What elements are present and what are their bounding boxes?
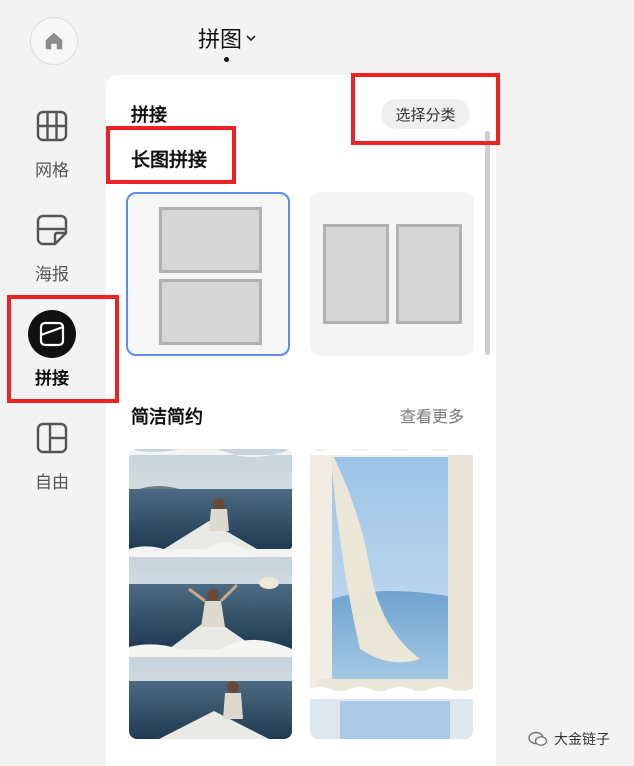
- home-icon: [45, 32, 63, 50]
- chevron-down-icon: [246, 35, 256, 42]
- template-vertical-two-rows[interactable]: [126, 192, 290, 356]
- grid-icon: [36, 110, 68, 142]
- sidebar-item-freeform[interactable]: 自由: [10, 414, 94, 506]
- chat-bubble-icon: [528, 731, 548, 746]
- poster-icon: [36, 214, 68, 246]
- template-horizontal-two-columns[interactable]: [310, 192, 474, 356]
- view-more-link[interactable]: 查看更多: [400, 403, 464, 427]
- style-section-title: 简洁简约: [131, 407, 203, 428]
- panel-scrollbar[interactable]: [485, 131, 490, 355]
- style-template-sea-collage[interactable]: [129, 449, 292, 739]
- watermark-text: 大金链子: [554, 732, 610, 748]
- collage-mode-dropdown[interactable]: 拼图: [198, 22, 257, 54]
- sidebar-item-label: 海报: [35, 265, 69, 285]
- section-label: 拼接: [131, 105, 167, 126]
- sea-collage-thumbnail: [129, 449, 292, 739]
- highlight-select-category: [351, 73, 500, 145]
- page-title: 拼图: [198, 28, 243, 53]
- style-template-curtain-collage[interactable]: [310, 449, 473, 739]
- template-slot: [159, 279, 262, 345]
- sidebar-item-poster[interactable]: 海报: [10, 206, 94, 298]
- curtain-collage-thumbnail: [310, 449, 473, 739]
- template-slot: [396, 224, 462, 324]
- sidebar-item-label: 网格: [35, 161, 69, 181]
- active-indicator-dot: [224, 57, 229, 62]
- template-slot: [323, 224, 389, 324]
- template-slot: [159, 207, 262, 273]
- highlight-long-image-splice: [106, 126, 236, 184]
- highlight-splice-nav: [7, 295, 119, 403]
- freeform-icon: [36, 422, 68, 454]
- sidebar-item-grid[interactable]: 网格: [10, 102, 94, 194]
- sidebar-item-label: 自由: [35, 473, 69, 493]
- home-button[interactable]: [30, 17, 78, 65]
- watermark: 大金链子: [528, 729, 610, 749]
